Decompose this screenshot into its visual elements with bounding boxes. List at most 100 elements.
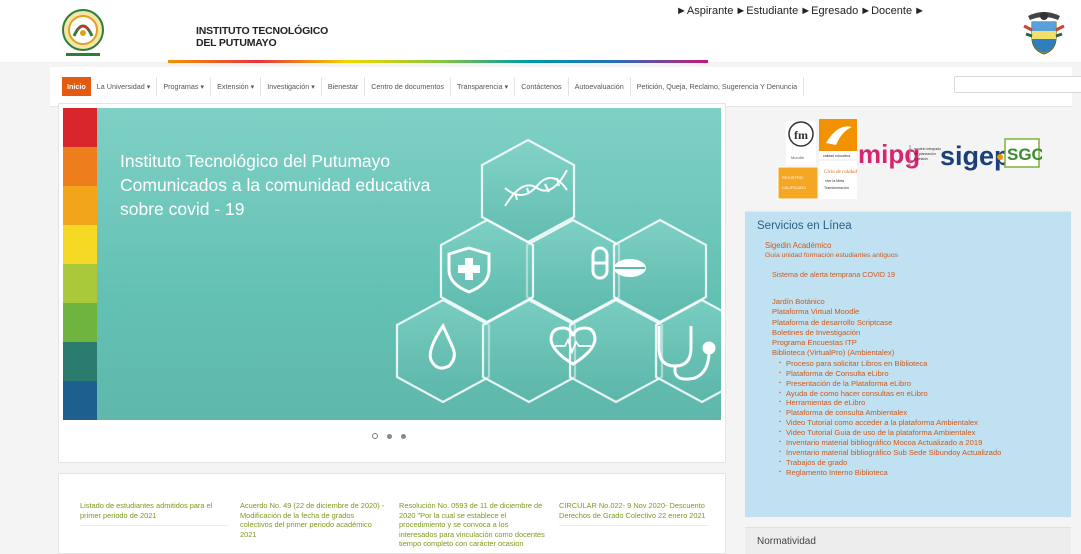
- library-link[interactable]: Plataforma de Consulta eLibro: [786, 369, 1001, 379]
- list-item: Plataforma de consulta Ambientalex: [779, 408, 1001, 418]
- library-list: Proceso para solicitar Libros en Bibliot…: [779, 359, 1001, 478]
- link-boletines[interactable]: Boletines de Investigación: [772, 328, 1001, 338]
- list-item: Ayuda de como hacer consultas en eLibro: [779, 389, 1001, 399]
- library-link[interactable]: Inventario material bibliográfico Sub Se…: [786, 448, 1001, 458]
- color-stripe: [63, 147, 97, 186]
- nav-item-bienestar[interactable]: Bienestar: [322, 77, 366, 96]
- color-stripe: [63, 264, 97, 303]
- slider-pagination: [372, 433, 406, 439]
- list-item: Video Tutorial como acceder a la platafo…: [779, 418, 1001, 428]
- institution-logo-icon[interactable]: [52, 6, 114, 60]
- svg-text:SGC: SGC: [1007, 145, 1042, 164]
- color-stripe: [63, 381, 97, 420]
- link-biblioteca[interactable]: Biblioteca (VirtualPro) (Ambientalex): [772, 348, 1001, 358]
- role-link-more[interactable]: ►: [914, 5, 925, 17]
- link-alerta-covid[interactable]: Sistema de alerta temprana COVID 19: [772, 270, 895, 279]
- mipg-logo-icon: mipg modelo integrado de planeación y ge…: [858, 139, 941, 169]
- link-guia-unidad[interactable]: Guía unidad formación estudiantes antigu…: [765, 251, 898, 261]
- color-stripe: [63, 342, 97, 381]
- slider-dot-3[interactable]: [401, 433, 406, 439]
- search-input[interactable]: 🔍︎: [954, 76, 1081, 93]
- svg-text:y gestión: y gestión: [914, 157, 928, 161]
- list-item: Herramientas de eLibro: [779, 398, 1001, 408]
- svg-text:vive la Meta: vive la Meta: [825, 179, 844, 183]
- online-services-title: Servicios en Línea: [757, 220, 852, 232]
- role-link-docente[interactable]: ►Docente: [860, 5, 912, 17]
- news-item[interactable]: Acuerdo No. 49 (22 de diciembre de 2020)…: [240, 501, 386, 539]
- role-link-estudiante[interactable]: ►Estudiante: [735, 5, 798, 17]
- link-jardin-botanico[interactable]: Jardín Botánico: [772, 297, 1001, 307]
- main-navigation: Inicio La Universidad ▾ Programas ▾ Exte…: [50, 67, 1081, 107]
- itp-orange-logo-icon: calidad educativa: [819, 119, 857, 159]
- nav-item-inicio[interactable]: Inicio: [62, 77, 91, 96]
- role-link-egresado[interactable]: ►Egresado: [800, 5, 858, 17]
- list-item: Inventario material bibliográfico Mocoa …: [779, 438, 1001, 448]
- color-stripe: [63, 108, 97, 147]
- slider-dot-2[interactable]: [387, 433, 392, 439]
- svg-text:Moodle: Moodle: [791, 155, 805, 160]
- nav-item-la-universidad[interactable]: La Universidad ▾: [91, 77, 158, 96]
- svg-text:REGISTRO: REGISTRO: [782, 175, 803, 180]
- color-stripe: [63, 186, 97, 225]
- header-color-bar: [168, 60, 708, 63]
- online-services-panel: Servicios en Línea Sigedin Académico Guí…: [745, 211, 1071, 517]
- partner-logos: fm Moodle calidad educativa REGISTRO CAL…: [772, 117, 1044, 201]
- slider-dot-1[interactable]: [372, 433, 378, 439]
- nav-item-transparencia[interactable]: Transparencia ▾: [451, 77, 516, 96]
- news-strip: Listado de estudiantes admitidos para el…: [58, 473, 726, 554]
- library-link[interactable]: Trabajos de grado: [786, 458, 1001, 468]
- nav-item-investigacion[interactable]: Investigación ▾: [261, 77, 322, 96]
- library-link[interactable]: Video Tutorial Guia de uso de la platafo…: [786, 428, 1001, 438]
- list-item: Reglamento Interno Biblioteca: [779, 468, 1001, 478]
- list-item: Proceso para solicitar Libros en Bibliot…: [779, 359, 1001, 369]
- list-item: Inventario material bibliográfico Sub Se…: [779, 448, 1001, 458]
- fm-logo-icon: fm Moodle: [786, 121, 816, 165]
- list-item: Trabajos de grado: [779, 458, 1001, 468]
- library-link[interactable]: Inventario material bibliográfico Mocoa …: [786, 438, 1001, 448]
- calidad-card-icon: REGISTRO CALIFICADO: [777, 166, 819, 200]
- news-item[interactable]: Listado de estudiantes admitidos para el…: [80, 501, 228, 527]
- normatividad-section: Normatividad: [745, 527, 1071, 554]
- institution-name: INSTITUTO TECNOLÓGICO DEL PUTUMAYO: [196, 25, 329, 49]
- nav-item-programas[interactable]: Programas ▾: [157, 77, 212, 96]
- list-item: Video Tutorial Guia de uso de la platafo…: [779, 428, 1001, 438]
- nav-item-centro-documentos[interactable]: Centro de documentos: [365, 77, 451, 96]
- library-link[interactable]: Reglamento Interno Biblioteca: [786, 468, 1001, 478]
- normatividad-title[interactable]: Normatividad: [757, 536, 816, 547]
- link-sigedin[interactable]: Sigedin Académico: [765, 241, 898, 251]
- list-item: Presentación de la Plataforma eLibro: [779, 379, 1001, 389]
- calidad-text-icon: Ciclo de calidad vive la Meta Transforma…: [819, 161, 858, 199]
- list-item: Plataforma de Consulta eLibro: [779, 369, 1001, 379]
- role-link-aspirante[interactable]: ►Aspirante: [676, 5, 733, 17]
- nav-item-extension[interactable]: Extensión ▾: [211, 77, 262, 96]
- site-header: INSTITUTO TECNOLÓGICO DEL PUTUMAYO ►Aspi…: [0, 0, 1081, 62]
- svg-text:calidad educativa: calidad educativa: [823, 154, 850, 158]
- svg-text:Ciclo de calidad: Ciclo de calidad: [824, 170, 858, 175]
- library-link[interactable]: Herramientas de eLibro: [786, 398, 1001, 408]
- nav-item-contactenos[interactable]: Contáctenos: [515, 77, 569, 96]
- link-encuestas[interactable]: Programa Encuestas ITP: [772, 338, 1001, 348]
- color-stripe: [63, 225, 97, 264]
- news-item[interactable]: CIRCULAR No.022- 9 Nov 2020- Descuento D…: [559, 501, 709, 527]
- svg-text:de planeación: de planeación: [914, 152, 936, 156]
- library-link[interactable]: Proceso para solicitar Libros en Bibliot…: [786, 359, 1001, 369]
- svg-text:mipg: mipg: [858, 139, 920, 169]
- link-scriptcase[interactable]: Plataforma de desarrollo Scriptcase: [772, 318, 1001, 328]
- library-link[interactable]: Ayuda de como hacer consultas en eLibro: [786, 389, 1001, 399]
- svg-text:fm: fm: [794, 128, 808, 142]
- slider-color-stripes: [63, 108, 97, 420]
- svg-text:modelo integrado: modelo integrado: [914, 147, 941, 151]
- library-link[interactable]: Presentación de la Plataforma eLibro: [786, 379, 1001, 389]
- news-item[interactable]: Resolución No. 0593 de 11 de diciembre d…: [399, 501, 547, 549]
- library-link[interactable]: Plataforma de consulta Ambientalex: [786, 408, 1001, 418]
- svg-text:CALIFICADO: CALIFICADO: [782, 185, 806, 190]
- slide-title: Instituto Tecnológico del Putumayo Comun…: [120, 151, 431, 219]
- colombia-coat-of-arms-icon: [1022, 10, 1066, 56]
- color-stripe: [63, 303, 97, 342]
- link-moodle[interactable]: Plataforma Virtual Moodle: [772, 307, 1001, 317]
- nav-item-autoevaluacion[interactable]: Autoevaluación: [569, 77, 631, 96]
- library-link[interactable]: Video Tutorial como acceder a la platafo…: [786, 418, 1001, 428]
- nav-item-pqrsd[interactable]: Petición, Queja, Reclamo, Sugerencia Y D…: [631, 77, 805, 96]
- svg-text:Transformación: Transformación: [824, 186, 849, 190]
- role-links: ►Aspirante ►Estudiante ►Egresado ►Docent…: [676, 5, 925, 17]
